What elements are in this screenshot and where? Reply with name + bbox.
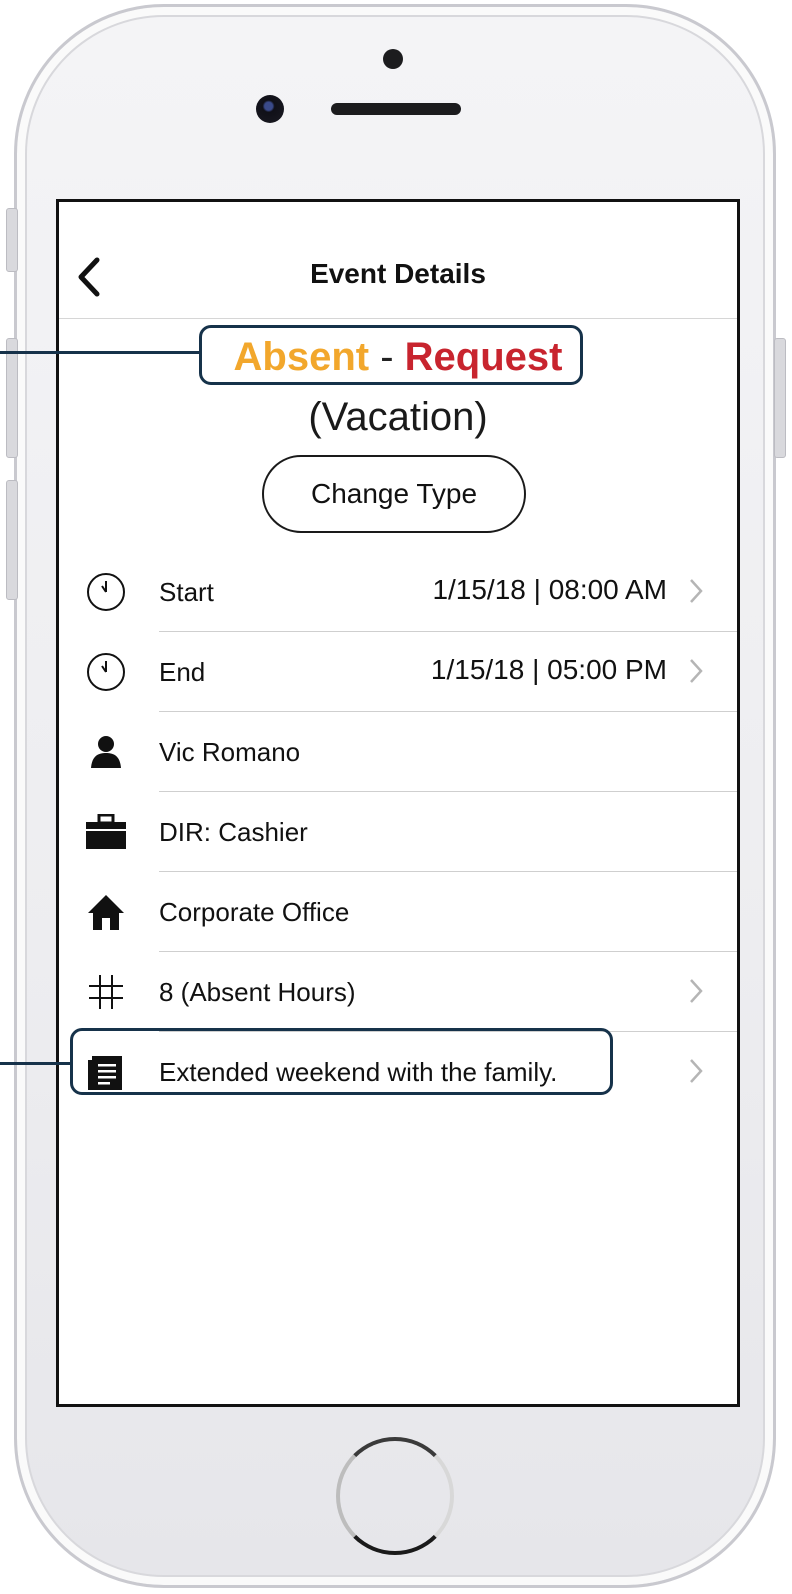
end-label: End: [159, 657, 206, 687]
briefcase-icon: [85, 811, 127, 853]
proximity-sensor: [383, 49, 403, 69]
power-button: [774, 338, 786, 458]
event-type-heading: Absent - Request: [59, 335, 737, 380]
home-button[interactable]: [336, 1437, 454, 1555]
position-row: DIR: Cashier: [59, 792, 737, 872]
hours-row[interactable]: 8 (Absent Hours): [59, 952, 737, 1032]
start-value: 1/15/18 | 08:00 AM: [432, 574, 667, 605]
mute-switch: [6, 208, 18, 272]
volume-down-button: [6, 480, 18, 600]
page-title: Event Details: [310, 258, 486, 289]
home-icon: [85, 891, 127, 933]
chevron-right-icon: [690, 579, 703, 603]
clock-icon: [85, 651, 127, 693]
clock-icon: [85, 571, 127, 613]
volume-up-button: [6, 338, 18, 458]
start-row[interactable]: Start 1/15/18 | 08:00 AM: [59, 552, 737, 632]
note-row[interactable]: Extended weekend with the family.: [59, 1032, 737, 1112]
employee-name: Vic Romano: [159, 737, 301, 767]
change-type-button[interactable]: Change Type: [262, 455, 526, 533]
end-value: 1/15/18 | 05:00 PM: [430, 654, 667, 685]
chevron-right-icon: [690, 659, 703, 683]
location-row: Corporate Office: [59, 872, 737, 952]
note-text: Extended weekend with the family.: [159, 1057, 558, 1087]
camera-icon: [256, 95, 284, 123]
end-row[interactable]: End 1/15/18 | 05:00 PM: [59, 632, 737, 712]
employee-row: Vic Romano: [59, 712, 737, 792]
chevron-right-icon: [690, 1059, 703, 1083]
event-subtype: (Vacation): [308, 395, 488, 439]
callout-line-event-type: [0, 351, 200, 354]
absent-hours-label: 8 (Absent Hours): [159, 977, 356, 1007]
navigation-bar: Event Details: [59, 202, 737, 319]
position-label: DIR: Cashier: [159, 817, 308, 847]
document-icon: [85, 1051, 127, 1093]
hash-icon: [85, 971, 127, 1013]
app-screen: Event Details Absent - Request (Vacation…: [56, 199, 740, 1407]
callout-line-note: [0, 1062, 72, 1065]
event-details-list: Start 1/15/18 | 08:00 AM End 1/15/18 | 0…: [59, 552, 737, 1112]
earpiece-speaker: [331, 103, 461, 115]
location-label: Corporate Office: [159, 897, 350, 927]
person-icon: [85, 731, 127, 773]
start-label: Start: [159, 577, 214, 607]
event-type-separator: -: [380, 335, 394, 379]
event-status-label: Request: [404, 335, 563, 379]
event-type-label: Absent: [233, 335, 370, 379]
chevron-right-icon: [690, 979, 703, 1003]
